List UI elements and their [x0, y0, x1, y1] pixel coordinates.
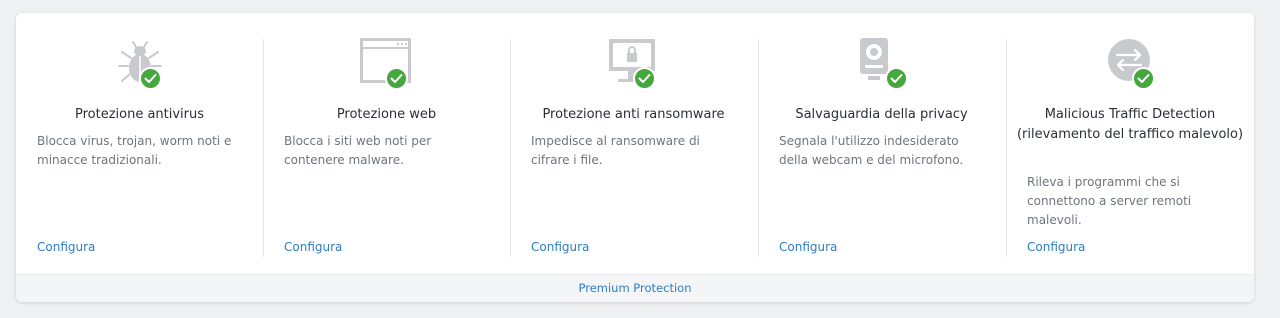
- feature-ransomware: Protezione anti ransomware Impedisce al …: [510, 13, 757, 274]
- webcam-icon: [860, 38, 912, 90]
- feature-description: Segnala l'utilizzo indesiderato della we…: [779, 134, 964, 167]
- enabled-check-icon: [633, 67, 656, 90]
- enabled-check-icon: [385, 67, 408, 90]
- feature-antivirus: Protezione antivirus Blocca virus, troja…: [16, 13, 263, 274]
- feature-title: Salvaguardia della privacy: [795, 107, 968, 122]
- configure-link-ransomware[interactable]: Configura: [531, 240, 589, 254]
- features-row: Protezione antivirus Blocca virus, troja…: [16, 13, 1254, 274]
- enabled-check-icon: [1132, 67, 1155, 90]
- feature-privacy: Salvaguardia della privacy Segnala l'uti…: [758, 13, 1005, 274]
- feature-title: Protezione anti ransomware: [542, 107, 725, 122]
- feature-description: Rileva i programmi che si connettono a s…: [1027, 175, 1192, 227]
- traffic-arrows-icon: [1107, 38, 1159, 90]
- premium-protection-footer[interactable]: Premium Protection: [16, 274, 1254, 302]
- configure-link-web[interactable]: Configura: [284, 240, 342, 254]
- feature-title: Malicious Traffic Detection (rilevamento…: [1016, 107, 1244, 142]
- locked-monitor-icon: [608, 38, 660, 90]
- configure-link-malicious-traffic[interactable]: Configura: [1027, 240, 1085, 254]
- bug-icon: [114, 38, 166, 90]
- footer-label[interactable]: Premium Protection: [578, 281, 691, 295]
- feature-description: Blocca virus, trojan, worm noti e minacc…: [37, 134, 232, 167]
- feature-title: Protezione web: [336, 107, 437, 122]
- feature-description: Impedisce al ransomware di cifrare i fil…: [531, 134, 700, 167]
- enabled-check-icon: [885, 67, 908, 90]
- configure-link-privacy[interactable]: Configura: [779, 240, 837, 254]
- feature-web-protection: Protezione web Blocca i siti web noti pe…: [263, 13, 510, 274]
- protection-card: Protezione antivirus Blocca virus, troja…: [16, 13, 1254, 302]
- configure-link-antivirus[interactable]: Configura: [37, 240, 95, 254]
- feature-malicious-traffic: Malicious Traffic Detection (rilevamento…: [1006, 13, 1254, 274]
- browser-window-icon: [360, 38, 412, 90]
- enabled-check-icon: [139, 67, 162, 90]
- feature-title: Protezione antivirus: [74, 107, 205, 122]
- feature-description: Blocca i siti web noti per contenere mal…: [284, 134, 432, 167]
